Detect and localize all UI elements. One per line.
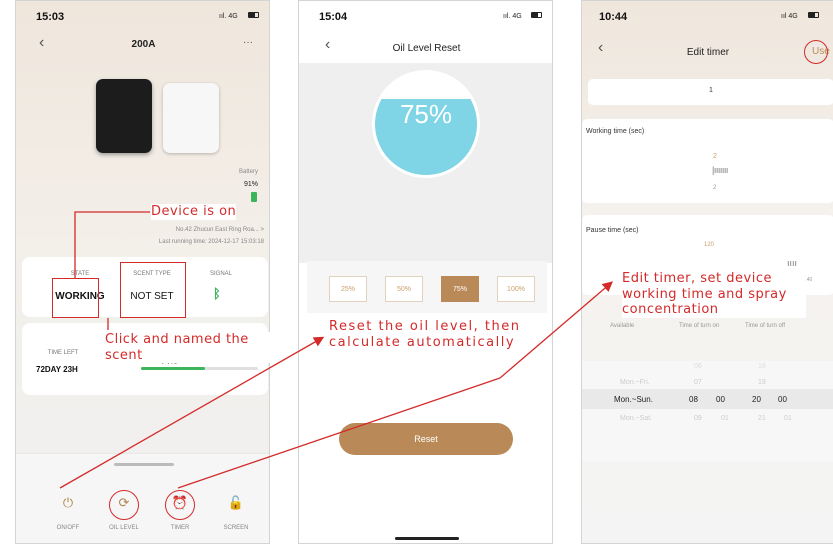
annotation-reset-oil: Reset the oil level, then calculate auto…: [329, 319, 529, 351]
scent-highlight-box: [120, 262, 186, 318]
use-highlight-circle: [804, 40, 828, 64]
annotation-device-on: Device is on: [151, 204, 237, 220]
annotation-click-named: Click and named the scent: [105, 332, 270, 364]
oil-level-highlight-circle: [109, 490, 139, 520]
timer-arrow-segment: [177, 377, 501, 489]
annotation-edit-timer: Edit timer, set device working time and …: [622, 271, 806, 318]
timer-highlight-circle: [165, 490, 195, 520]
state-highlight-box: [52, 278, 99, 318]
